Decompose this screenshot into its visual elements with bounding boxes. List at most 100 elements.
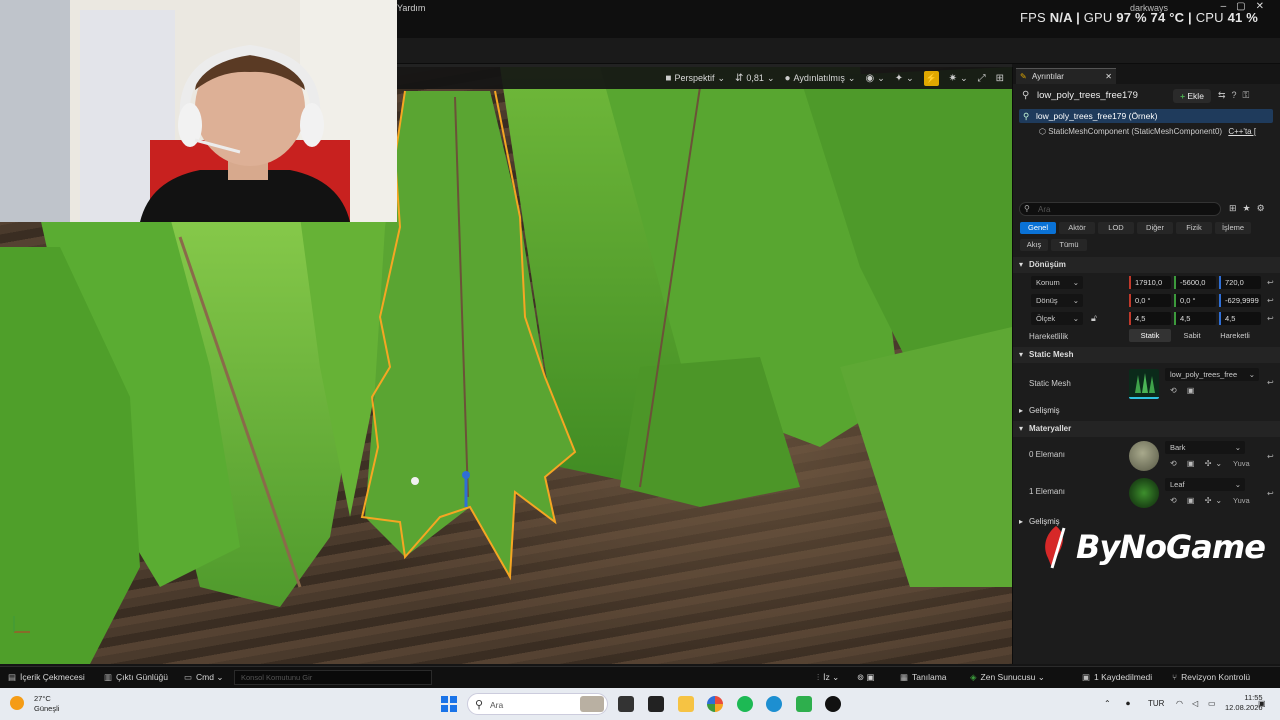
details-icon: ✎: [1020, 72, 1027, 81]
header-tools[interactable]: ⇆?⚿: [1218, 90, 1255, 101]
unreal-engine-icon[interactable]: [825, 696, 841, 712]
mobility-movable[interactable]: Hareketli: [1213, 329, 1257, 342]
spotify-icon[interactable]: [737, 696, 753, 712]
console-input[interactable]: Konsol Komutunu Gir: [234, 670, 432, 685]
battery-icon[interactable]: ▭: [1208, 699, 1216, 708]
rotation-y-field[interactable]: 0,0 °: [1174, 294, 1216, 307]
notification-icon[interactable]: ▣: [1258, 699, 1266, 708]
add-component-button[interactable]: + Ekle: [1173, 89, 1211, 103]
actor-icon: ⚲: [1022, 90, 1030, 101]
microphone-icon[interactable]: ⏺: [1126, 699, 1130, 709]
tray-chevron-icon[interactable]: ⌃: [1104, 699, 1111, 708]
camera-speed-dropdown[interactable]: ⇵ 0,81 ⌄: [735, 73, 774, 84]
component-tree-item[interactable]: ⬡ StaticMeshComponent (StaticMeshCompone…: [1039, 127, 1256, 136]
reset-icon[interactable]: ↩: [1267, 452, 1274, 461]
language-indicator[interactable]: TUR: [1148, 699, 1164, 708]
materials-section[interactable]: ▾ Materyaller: [1013, 421, 1280, 437]
scale-dropdown[interactable]: Ölçek ⌄: [1031, 312, 1083, 325]
content-drawer-button[interactable]: ▤ İçerik Çekmecesi: [8, 672, 85, 683]
edge-icon[interactable]: [766, 696, 782, 712]
category-rendering[interactable]: İşleme: [1215, 222, 1251, 234]
static-mesh-dropdown[interactable]: low_poly_trees_free ⌄: [1165, 368, 1259, 381]
windows-start-icon[interactable]: [441, 696, 457, 712]
mobility-static[interactable]: Statik: [1129, 329, 1171, 342]
reset-icon[interactable]: ↩: [1267, 378, 1274, 387]
bynogame-logo: [1045, 526, 1066, 569]
trace-dropdown[interactable]: ⫶ İz ⌄: [817, 672, 839, 683]
transform-section[interactable]: ▾ Dönüşüm: [1013, 257, 1280, 273]
advanced-toggle[interactable]: ▸ Gelişmiş: [1013, 403, 1280, 419]
reset-icon[interactable]: ↩: [1267, 278, 1274, 287]
menu-help[interactable]: Yardım: [397, 3, 425, 13]
material-tools-icon[interactable]: ⟲ ▣ ✣⌄: [1170, 459, 1226, 468]
app-icon[interactable]: [796, 696, 812, 712]
unsaved-button[interactable]: ▣ 1 Kaydedilmedi: [1082, 672, 1152, 683]
category-actor[interactable]: Aktör: [1059, 222, 1095, 234]
location-z-field[interactable]: 720,0: [1219, 276, 1261, 289]
location-dropdown[interactable]: Konum ⌄: [1031, 276, 1083, 289]
layout-icon[interactable]: ⊞: [996, 73, 1004, 84]
realtime-toggle-icon[interactable]: ⚡: [923, 70, 939, 86]
perspective-dropdown[interactable]: ■ Perspektif ⌄: [665, 73, 725, 84]
output-log-label: Çıktı Günlüğü: [116, 672, 169, 682]
material0-dropdown[interactable]: Bark ⌄: [1165, 441, 1245, 454]
diagnostics-button[interactable]: ▦ Tanılama: [900, 672, 947, 683]
reset-icon[interactable]: ↩: [1267, 489, 1274, 498]
location-y-value: -5600,0: [1180, 278, 1206, 287]
maximize-icon[interactable]: ⤢: [978, 73, 986, 84]
rotation-dropdown[interactable]: Dönüş ⌄: [1031, 294, 1083, 307]
mobility-stationary[interactable]: Sabit: [1171, 329, 1213, 342]
category-other[interactable]: Diğer: [1137, 222, 1173, 234]
material1-dropdown[interactable]: Leaf ⌄: [1165, 478, 1245, 491]
cmd-dropdown[interactable]: ▭ Cmd ⌄: [184, 672, 223, 683]
material-bark-thumbnail[interactable]: [1129, 441, 1159, 471]
rotation-z-field[interactable]: -629,9999: [1219, 294, 1261, 307]
material-tools-icon[interactable]: ⟲ ▣ ✣⌄: [1170, 496, 1226, 505]
view-mode-dropdown[interactable]: ● Aydınlatılmış ⌄: [785, 73, 856, 84]
category-general[interactable]: Genel: [1020, 222, 1056, 234]
browse-asset-icon[interactable]: ⟲ ▣: [1170, 386, 1198, 395]
category-all[interactable]: Tümü: [1051, 239, 1087, 251]
status-icons[interactable]: ⊚ ▣: [857, 672, 875, 683]
task-view-icon[interactable]: [618, 696, 634, 712]
settings-button[interactable]: ✷ ⌄: [949, 73, 968, 84]
scale-y-field[interactable]: 4,5: [1174, 312, 1216, 325]
reset-icon[interactable]: ↩: [1267, 314, 1274, 323]
volume-icon[interactable]: ◁: [1192, 699, 1198, 708]
file-explorer-icon[interactable]: [678, 696, 694, 712]
details-panel: ✎ Ayrıntılar ✕ ⚲ low_poly_trees_free179 …: [1012, 67, 1280, 664]
rotation-x-field[interactable]: 0,0 °: [1129, 294, 1171, 307]
cpu-value: 41 %: [1227, 10, 1258, 25]
material-leaf-thumbnail[interactable]: [1129, 478, 1159, 508]
component-tree-root[interactable]: ⚲ low_poly_trees_free179 (Örnek): [1019, 109, 1273, 123]
chevron-down-icon: ▾: [1019, 260, 1024, 269]
category-physics[interactable]: Fizik: [1176, 222, 1212, 234]
lock-icon[interactable]: 🔓︎: [1091, 313, 1097, 324]
wifi-icon[interactable]: ◠: [1176, 699, 1183, 708]
details-tab[interactable]: ✎ Ayrıntılar ✕: [1016, 68, 1116, 84]
static-mesh-section[interactable]: ▾ Static Mesh: [1013, 347, 1280, 363]
gizmo-pivot[interactable]: [462, 471, 470, 479]
scale-z-field[interactable]: 4,5: [1219, 312, 1261, 325]
system-clock[interactable]: 11:55 12.08.2026: [1225, 693, 1263, 713]
close-icon[interactable]: ✕: [1105, 69, 1112, 85]
static-mesh-thumbnail[interactable]: [1129, 369, 1159, 399]
transform-tools-button[interactable]: ✦ ⌄: [895, 73, 914, 84]
location-y-field[interactable]: -5600,0: [1174, 276, 1216, 289]
search-tools[interactable]: ⊞★⚙: [1229, 203, 1271, 214]
epic-games-icon[interactable]: [648, 696, 664, 712]
output-log-button[interactable]: ▥ Çıktı Günlüğü: [104, 672, 168, 683]
copilot-icon[interactable]: [707, 696, 723, 712]
diagnostics-label: Tanılama: [912, 672, 947, 682]
revision-control-button[interactable]: ⑂ Revizyon Kontrolü: [1172, 672, 1250, 682]
location-x-field[interactable]: 17910,0: [1129, 276, 1171, 289]
details-search[interactable]: ⚲ Ara: [1019, 202, 1221, 216]
search-highlight-icon[interactable]: [580, 696, 604, 712]
category-lod[interactable]: LOD: [1098, 222, 1134, 234]
reset-icon[interactable]: ↩: [1267, 296, 1274, 305]
category-streaming[interactable]: Akış: [1020, 239, 1048, 251]
edit-in-cpp-link[interactable]: C++'ta [: [1228, 127, 1256, 136]
scale-x-field[interactable]: 4,5: [1129, 312, 1171, 325]
show-flags-button[interactable]: ◉ ⌄: [865, 73, 884, 84]
zen-server-button[interactable]: ◈ Zen Sunucusu ⌄: [970, 672, 1045, 683]
